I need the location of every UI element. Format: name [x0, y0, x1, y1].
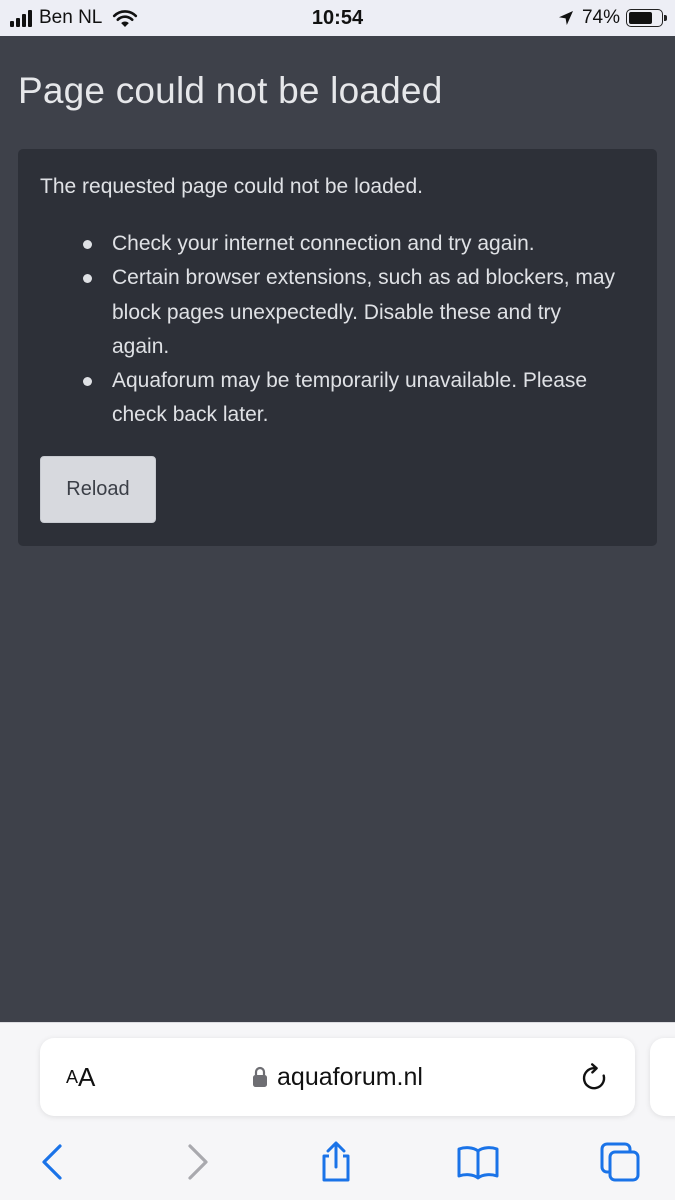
error-card: The requested page could not be loaded. …	[18, 149, 657, 546]
error-message: The requested page could not be loaded.	[40, 175, 423, 198]
reload-button[interactable]: Reload	[40, 456, 156, 523]
tips-list: Check your internet connection and try a…	[80, 227, 620, 433]
bookmarks-icon[interactable]	[456, 1140, 500, 1184]
lock-icon	[253, 1066, 268, 1087]
tip-item: Check your internet connection and try a…	[80, 227, 620, 261]
status-right: 74%	[558, 0, 667, 36]
location-arrow-icon	[558, 11, 573, 25]
address-bar[interactable]: AA aquaforum.nl	[40, 1038, 635, 1116]
browser-bottom-bar: AA aquaforum.nl	[0, 1022, 675, 1200]
battery-cap	[664, 15, 667, 21]
tip-item: Certain browser extensions, such as ad b…	[80, 261, 620, 364]
url-display[interactable]: aquaforum.nl	[40, 1038, 635, 1116]
next-tab-preview[interactable]	[650, 1038, 675, 1116]
battery-icon	[626, 9, 667, 27]
url-text: aquaforum.nl	[277, 1062, 423, 1091]
share-icon[interactable]	[314, 1140, 358, 1184]
reload-icon[interactable]	[579, 1063, 609, 1093]
battery-percent: 74%	[581, 7, 620, 28]
tabs-icon[interactable]	[598, 1140, 642, 1184]
page-title: Page could not be loaded	[18, 70, 443, 111]
forward-icon[interactable]	[176, 1140, 220, 1184]
back-icon[interactable]	[30, 1140, 74, 1184]
status-bar: Ben NL 10:54 74%	[0, 0, 675, 36]
battery-level-fill	[629, 12, 652, 24]
tip-item: Aquaforum may be temporarily unavailable…	[80, 364, 620, 433]
